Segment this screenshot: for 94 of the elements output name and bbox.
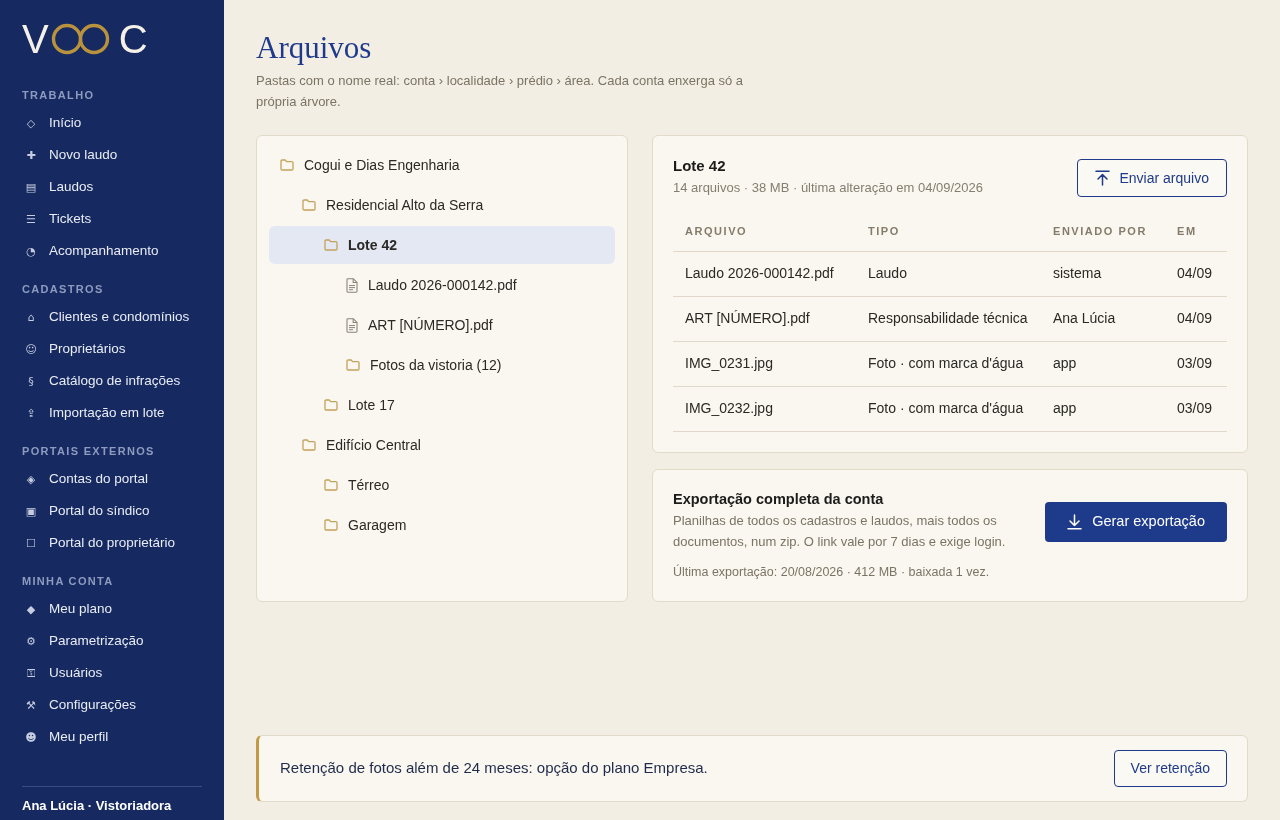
list-icon: ☰ (24, 213, 38, 225)
column-header: TIPO (856, 211, 1041, 251)
nav-item[interactable]: ⚙ Parametrização (22, 625, 144, 657)
file-tree-item[interactable]: Laudo 2026-000142.pdf (269, 266, 615, 304)
tools-icon: ⚒ (24, 699, 38, 711)
nav-item[interactable]: ◔ Acompanhamento (22, 235, 159, 267)
folder-icon (280, 159, 294, 171)
table-cell: 03/09 (1165, 341, 1227, 386)
page-title: Arquivos (256, 30, 372, 66)
nav-item[interactable]: ☐ Portal do proprietário (22, 527, 176, 559)
folder-icon (324, 399, 338, 411)
retention-message: Retenção de fotos além de 24 meses: opção do plano Empresa. (280, 758, 708, 779)
nav-item[interactable]: ▣ Portal do síndico (22, 495, 150, 527)
folder-tree-item[interactable]: Garagem (269, 506, 615, 544)
table-cell: app (1041, 341, 1165, 386)
nav-item[interactable]: ⚿ Usuários (22, 657, 103, 689)
file-tree-item[interactable]: ART [NÚMERO].pdf (269, 306, 615, 344)
folder-tree-item[interactable]: Lote 42 (269, 226, 615, 264)
nav-item[interactable]: ⇪ Importação em lote (22, 397, 165, 429)
nav-item[interactable]: ⚒ Configurações (22, 689, 137, 721)
document-icon (346, 317, 358, 333)
table-cell: Foto · com marca d'água (856, 341, 1041, 386)
folder-title: Lote 42 (673, 156, 727, 176)
folder-tree-item[interactable]: Fotos da vistoria (12) (269, 346, 615, 384)
column-header: ENVIADO POR (1041, 211, 1165, 251)
user-name: Ana Lúcia · Vistoriadora (22, 797, 173, 815)
folder-icon (324, 479, 338, 491)
folder-icon (324, 519, 338, 531)
up-arrow-icon: ⇪ (24, 407, 38, 419)
folder-tree-item[interactable]: Cogui e Dias Engenharia (269, 146, 615, 184)
section-sign-icon: § (24, 375, 38, 387)
folder-icon (302, 439, 316, 451)
filled-diamond-icon: ◆ (24, 603, 38, 615)
table-cell: Foto · com marca d'água (856, 386, 1041, 431)
filled-smiley-icon: ☻ (24, 731, 38, 743)
export-title: Exportação completa da conta (673, 489, 885, 509)
folder-icon (302, 199, 316, 211)
nav-item[interactable]: ☺ Proprietários (22, 333, 126, 365)
folder-tree-item[interactable]: Térreo (269, 466, 615, 504)
upload-button[interactable]: Enviar arquivo (1076, 159, 1227, 197)
nav-item[interactable]: ◈ Contas do portal (22, 463, 149, 495)
upload-icon (1094, 170, 1110, 186)
folder-tree-item[interactable]: Edifício Central (269, 426, 615, 464)
diamond-outline-icon: ◇ (24, 117, 38, 129)
table-cell: IMG_0232.jpg (673, 386, 856, 431)
nav-section-heading: TRABALHO (22, 88, 96, 103)
table-cell: Responsabilidade técnica (856, 296, 1041, 341)
nav-item[interactable]: ▤ Laudos (22, 171, 94, 203)
document-icon (346, 277, 358, 293)
download-icon (1067, 513, 1083, 530)
table-cell: Laudo (856, 251, 1041, 296)
table-cell: 03/09 (1165, 386, 1227, 431)
diamond-icon: ◈ (24, 473, 38, 485)
table-cell: app (1041, 386, 1165, 431)
logo-letter: C (118, 19, 148, 59)
house-icon: ⌂ (24, 311, 38, 323)
square-icon: ☐ (24, 537, 38, 549)
pie-circle-icon: ◔ (24, 245, 38, 257)
nav-section-heading: MINHA CONTA (22, 574, 115, 589)
folder-icon (346, 359, 360, 371)
nav-item[interactable]: ✚ Novo laudo (22, 139, 118, 171)
column-header: ARQUIVO (673, 211, 856, 251)
plus-icon: ✚ (24, 149, 38, 161)
filled-square-icon: ▣ (24, 505, 38, 517)
table-cell: 04/09 (1165, 296, 1227, 341)
generate-export-button[interactable]: Gerar exportação (1045, 501, 1227, 542)
folder-meta: 14 arquivos · 38 MB · última alteração em 04/09/2026 (673, 179, 983, 197)
folder-tree-item[interactable]: Lote 17 (269, 386, 615, 424)
table-cell: sistema (1041, 251, 1165, 296)
nav-section-heading: PORTAIS EXTERNOS (22, 444, 156, 459)
table-cell: 04/09 (1165, 251, 1227, 296)
folder-tree-item[interactable]: Residencial Alto da Serra (269, 186, 615, 224)
view-retention-button[interactable]: Ver retenção (1113, 750, 1227, 787)
nav-item[interactable]: ◇ Início (22, 107, 82, 139)
column-header: EM (1165, 211, 1227, 251)
folder-icon (324, 239, 338, 251)
table-cell: Ana Lúcia (1041, 296, 1165, 341)
table-cell: Laudo 2026-000142.pdf (673, 251, 856, 296)
lined-square-icon: ▤ (24, 181, 38, 193)
table-cell: IMG_0231.jpg (673, 341, 856, 386)
export-description: Planilhas de todos os cadastros e laudos, mais todos os documentos, num zip. O link vale por 7 dias e exige login. (673, 511, 1007, 551)
nav-section-heading: CADASTROS (22, 282, 105, 297)
gear-icon: ⚙ (24, 635, 38, 647)
logo-letter: V (22, 19, 49, 59)
page-subtitle: Pastas com o nome real: conta › localidade › prédio › área. Cada conta enxerga só a própria árvore. (256, 72, 745, 111)
nav-item[interactable]: ☻ Meu perfil (22, 721, 109, 753)
table-cell: ART [NÚMERO].pdf (673, 296, 856, 341)
nav-item[interactable]: ☰ Tickets (22, 203, 92, 235)
last-export-note: Última exportação: 20/08/2026 · 412 MB · baixada 1 vez. (673, 563, 991, 581)
nav-item[interactable]: § Catálogo de infrações (22, 365, 181, 397)
nav-item[interactable]: ◆ Meu plano (22, 593, 113, 625)
smiley-icon: ☺ (24, 343, 38, 355)
nav-item[interactable]: ⌂ Clientes e condomínios (22, 301, 190, 333)
key-icon: ⚿ (24, 667, 38, 679)
